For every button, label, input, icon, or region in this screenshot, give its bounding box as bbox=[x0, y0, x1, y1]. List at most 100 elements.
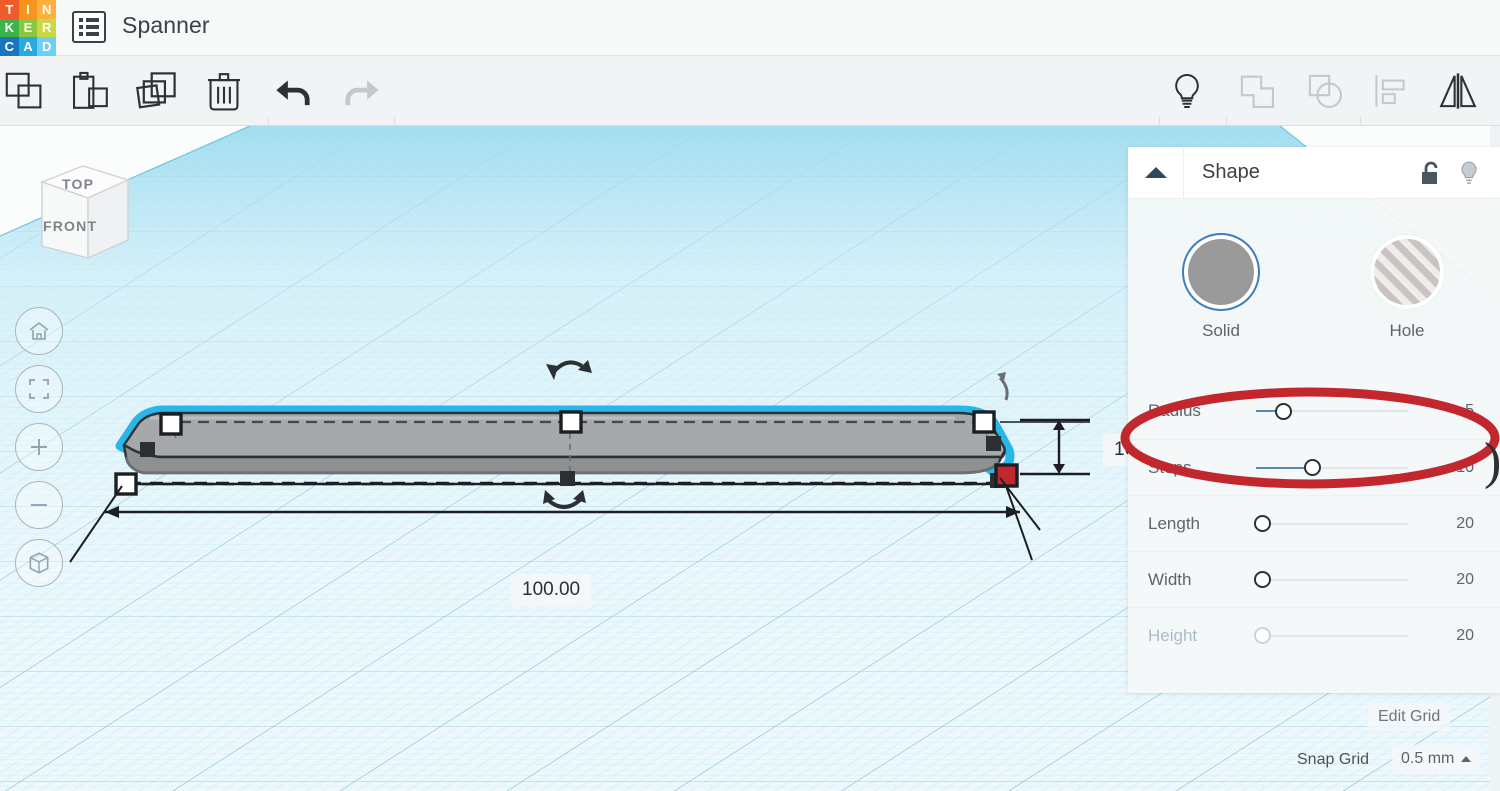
param-row-height: Height 20 bbox=[1128, 607, 1500, 663]
logo-tile-t: T bbox=[0, 0, 19, 19]
slider-fill bbox=[1256, 466, 1307, 469]
param-label-length: Length bbox=[1148, 513, 1200, 533]
param-slider-length[interactable] bbox=[1254, 514, 1408, 534]
slider-track bbox=[1256, 522, 1408, 525]
tinkercad-logo[interactable]: TINKERCAD bbox=[0, 0, 56, 56]
view-cube[interactable]: TOP FRONT bbox=[28, 154, 138, 274]
slider-track bbox=[1256, 634, 1408, 637]
home-view-button[interactable] bbox=[15, 307, 63, 355]
view-cube-front-label: FRONT bbox=[43, 218, 98, 234]
lightbulb-icon[interactable] bbox=[1458, 160, 1480, 186]
group-button[interactable] bbox=[1233, 68, 1281, 114]
hole-swatch-circle bbox=[1374, 239, 1440, 305]
rotate-handle-right[interactable] bbox=[997, 372, 1009, 401]
redo-button[interactable] bbox=[337, 68, 385, 114]
menu-dot bbox=[79, 32, 83, 36]
shape-panel-header: Shape bbox=[1128, 146, 1500, 199]
param-value-width[interactable]: 20 bbox=[1408, 571, 1500, 589]
group-shapes-icon bbox=[1240, 75, 1275, 109]
hole-swatch-label: Hole bbox=[1389, 321, 1425, 340]
list-menu-icon[interactable] bbox=[72, 11, 106, 43]
param-slider-steps[interactable] bbox=[1256, 458, 1408, 478]
menu-icon-row bbox=[79, 25, 99, 29]
unlock-padlock-icon[interactable] bbox=[1418, 160, 1442, 186]
resize-handle[interactable] bbox=[159, 412, 183, 436]
logo-tile-d: D bbox=[37, 37, 56, 56]
param-slider-width[interactable] bbox=[1254, 570, 1408, 590]
annotation-paren-mark: ) bbox=[1484, 433, 1500, 490]
menu-dot bbox=[79, 18, 83, 22]
logo-tile-e: E bbox=[18, 18, 38, 38]
length-dimension-label[interactable]: 100.00 bbox=[511, 574, 592, 606]
cube-icon bbox=[29, 552, 49, 574]
plus-icon bbox=[31, 439, 47, 455]
undo-button[interactable] bbox=[270, 68, 318, 114]
ungroup-button[interactable] bbox=[1301, 68, 1349, 114]
hole-swatch[interactable]: Hole bbox=[1332, 239, 1482, 341]
perspective-toggle-button[interactable] bbox=[15, 539, 63, 587]
tinkercad-app: TINKERCAD Spanner 100.00 10 TOP FRONT Sh… bbox=[0, 0, 1500, 791]
slider-knob[interactable] bbox=[1254, 515, 1271, 532]
paste-button[interactable] bbox=[66, 68, 114, 114]
minus-icon bbox=[31, 504, 47, 506]
duplicate-button[interactable] bbox=[133, 68, 181, 114]
light-button[interactable] bbox=[1163, 68, 1211, 114]
zoom-in-button[interactable] bbox=[15, 423, 63, 471]
shape-type-swatches: Solid Hole bbox=[1128, 199, 1500, 341]
solid-swatch[interactable]: Solid bbox=[1146, 239, 1296, 341]
slider-knob[interactable] bbox=[1254, 627, 1271, 644]
param-label-width: Width bbox=[1148, 569, 1192, 589]
menu-icon-row bbox=[79, 18, 99, 22]
param-slider-height[interactable] bbox=[1254, 626, 1408, 646]
menu-bar bbox=[86, 25, 99, 29]
document-title[interactable]: Spanner bbox=[122, 12, 210, 39]
caret-up-icon bbox=[1461, 756, 1472, 762]
menu-dot bbox=[79, 25, 83, 29]
menu-bar bbox=[86, 18, 99, 22]
slider-knob[interactable] bbox=[1275, 402, 1293, 420]
triangle-up-icon bbox=[1144, 167, 1167, 178]
menu-icon-row bbox=[79, 32, 99, 36]
delete-button[interactable] bbox=[200, 68, 248, 114]
slider-fill bbox=[1256, 410, 1278, 412]
corner-handle[interactable] bbox=[986, 436, 1001, 451]
align-button[interactable] bbox=[1366, 68, 1414, 114]
slider-knob[interactable] bbox=[1304, 459, 1322, 476]
solid-swatch-label: Solid bbox=[1202, 321, 1240, 340]
slider-knob[interactable] bbox=[1254, 571, 1271, 588]
fit-to-view-button[interactable] bbox=[15, 365, 63, 413]
edit-grid-button[interactable]: Edit Grid bbox=[1368, 703, 1451, 731]
corner-handle[interactable] bbox=[140, 442, 155, 457]
mirror-button[interactable] bbox=[1434, 68, 1482, 114]
resize-handle[interactable] bbox=[972, 410, 996, 434]
rotate-handle-bottom[interactable] bbox=[543, 490, 586, 509]
panel-collapse-button[interactable] bbox=[1128, 146, 1184, 199]
param-value-length[interactable]: 20 bbox=[1408, 515, 1500, 533]
active-resize-handle[interactable] bbox=[994, 463, 1019, 488]
logo-tile-i: I bbox=[18, 0, 38, 19]
logo-tile-c: C bbox=[0, 37, 19, 56]
shape-panel: Shape Solid Hole Radius 5 Steps 10 Lengt… bbox=[1128, 146, 1500, 693]
resize-handle[interactable] bbox=[559, 410, 583, 434]
snap-grid-value: 0.5 mm bbox=[1401, 750, 1455, 767]
copy-button[interactable] bbox=[0, 68, 48, 114]
param-row-steps: Steps 10 bbox=[1128, 439, 1500, 495]
rotate-handle-top[interactable] bbox=[546, 360, 592, 380]
param-value-height[interactable]: 20 bbox=[1408, 627, 1500, 645]
corner-handle[interactable] bbox=[560, 471, 575, 486]
shape-parameters: Radius 5 Steps 10 Length 20 Width 20 Height 20 bbox=[1128, 383, 1500, 663]
paste-icon bbox=[72, 71, 108, 109]
snap-grid-dropdown[interactable]: 0.5 mm bbox=[1392, 745, 1481, 773]
menu-bar bbox=[86, 32, 99, 36]
zoom-out-button[interactable] bbox=[15, 481, 63, 529]
param-value-radius[interactable]: 5 bbox=[1408, 402, 1500, 420]
param-slider-radius[interactable] bbox=[1256, 401, 1408, 421]
copy-icon bbox=[5, 72, 42, 109]
fit-view-icon bbox=[29, 379, 49, 399]
lightbulb-icon bbox=[1175, 73, 1199, 108]
align-icon bbox=[1375, 75, 1405, 107]
slider-track bbox=[1256, 578, 1408, 581]
param-row-length: Length 20 bbox=[1128, 495, 1500, 551]
logo-tile-k: K bbox=[0, 18, 19, 38]
logo-tile-r: R bbox=[37, 18, 56, 38]
